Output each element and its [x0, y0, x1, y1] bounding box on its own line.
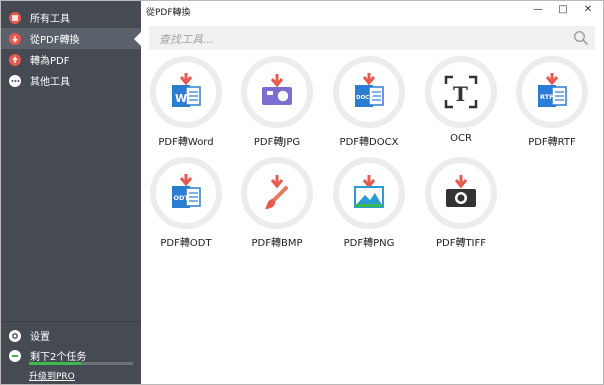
odt-doc-icon: ODT — [172, 174, 201, 208]
svg-text:DOCX: DOCX — [356, 95, 374, 101]
sidebar: 所有工具 從PDF轉換 轉為PDF 其他工具 设置 剩下2个任务 升级到PRO — [1, 1, 141, 384]
sidebar-nav: 所有工具 從PDF轉換 轉為PDF 其他工具 — [1, 1, 141, 91]
from-pdf-icon — [9, 32, 21, 45]
sidebar-item-label: 其他工具 — [30, 77, 70, 88]
tool-icon-circle — [425, 157, 497, 229]
close-button[interactable]: ✕ — [579, 3, 597, 17]
tool-label: OCR — [450, 133, 472, 144]
tool-icon-circle — [241, 157, 313, 229]
tool-pdf-to-word[interactable]: W PDF轉Word — [141, 56, 231, 148]
svg-text:ODT: ODT — [174, 194, 190, 202]
search-icon[interactable] — [573, 30, 589, 46]
task-status: 剩下2个任务 — [9, 348, 86, 363]
tool-label: PDF轉PNG — [343, 238, 395, 249]
tool-label: PDF轉Word — [158, 137, 214, 148]
all-tools-icon — [9, 11, 21, 24]
tool-icon-circle — [333, 157, 405, 229]
maximize-button[interactable]: □ — [554, 3, 572, 17]
tool-pdf-to-tiff[interactable]: PDF轉TIFF — [416, 157, 506, 249]
svg-text:RTF: RTF — [540, 93, 554, 101]
ocr-icon: T — [444, 75, 478, 109]
title-bar: 從PDF轉換 — □ ✕ — [142, 1, 603, 21]
sidebar-item-from-pdf[interactable]: 從PDF轉換 — [1, 28, 141, 49]
task-icon — [9, 349, 21, 362]
tool-pdf-to-png[interactable]: PDF轉PNG — [324, 157, 414, 249]
window-title: 從PDF轉換 — [146, 8, 191, 18]
tool-pdf-to-rtf[interactable]: RTF PDF轉RTF — [507, 56, 597, 148]
tasks-remaining-label: 剩下2个任务 — [30, 352, 87, 363]
tool-label: PDF轉BMP — [251, 238, 303, 249]
sidebar-item-label: 轉為PDF — [30, 56, 70, 67]
tool-icon-circle: T — [425, 56, 497, 128]
settings-button[interactable]: 设置 — [9, 328, 50, 343]
docx-doc-icon: DOCX — [355, 73, 384, 107]
tool-label: PDF轉RTF — [528, 137, 576, 148]
sidebar-item-to-pdf[interactable]: 轉為PDF — [1, 49, 141, 70]
tool-pdf-to-odt[interactable]: ODT PDF轉ODT — [141, 157, 231, 249]
tool-pdf-to-docx[interactable]: DOCX PDF轉DOCX — [324, 56, 414, 148]
sidebar-footer: 设置 剩下2个任务 升级到PRO — [1, 321, 141, 384]
tiff-camera-icon — [446, 175, 476, 207]
tool-icon-circle: RTF — [516, 56, 588, 128]
tool-label: PDF轉JPG — [253, 137, 301, 148]
tool-label: PDF轉DOCX — [339, 137, 399, 148]
upgrade-pro-link[interactable]: 升级到PRO — [29, 369, 75, 382]
app-window: 所有工具 從PDF轉換 轉為PDF 其他工具 设置 剩下2个任务 升级到PRO … — [0, 0, 604, 385]
sidebar-item-label: 從PDF轉換 — [30, 35, 80, 46]
sidebar-item-all-tools[interactable]: 所有工具 — [1, 7, 141, 28]
tool-icon-circle: W — [150, 56, 222, 128]
settings-label: 设置 — [30, 332, 50, 343]
minimize-button[interactable]: — — [529, 3, 547, 17]
tool-ocr[interactable]: T OCR — [416, 56, 506, 144]
tool-icon-circle: DOCX — [333, 56, 405, 128]
more-icon — [9, 74, 21, 87]
tool-icon-circle — [241, 56, 313, 128]
sidebar-item-label: 所有工具 — [30, 14, 70, 25]
to-pdf-icon — [9, 53, 21, 66]
svg-text:W: W — [175, 92, 187, 105]
gear-icon — [9, 329, 21, 342]
rtf-doc-icon: RTF — [538, 73, 567, 107]
task-progress-fill — [29, 362, 81, 365]
word-doc-icon: W — [172, 73, 201, 107]
sidebar-item-other-tools[interactable]: 其他工具 — [1, 70, 141, 91]
png-image-icon — [354, 175, 384, 208]
search-input[interactable] — [157, 30, 561, 48]
tool-label: PDF轉TIFF — [435, 238, 487, 249]
svg-text:T: T — [453, 82, 468, 106]
search-bar — [149, 26, 595, 50]
jpg-image-icon — [262, 74, 292, 105]
tool-label: PDF轉ODT — [160, 238, 212, 249]
bmp-brush-icon — [265, 175, 288, 209]
tool-pdf-to-bmp[interactable]: PDF轉BMP — [232, 157, 322, 249]
task-progress-bar — [29, 362, 133, 365]
tool-icon-circle: ODT — [150, 157, 222, 229]
tool-pdf-to-jpg[interactable]: PDF轉JPG — [232, 56, 322, 148]
